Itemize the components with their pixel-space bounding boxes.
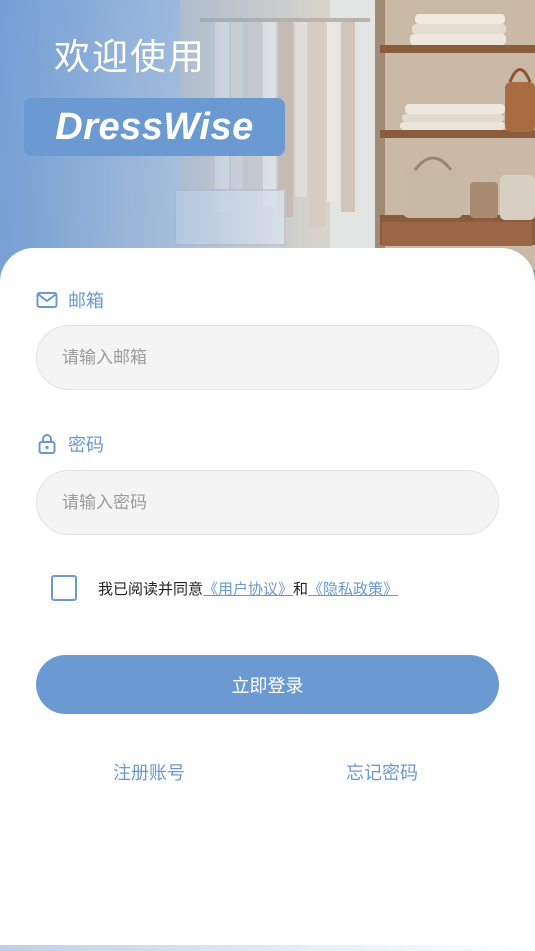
login-button[interactable]: 立即登录 — [36, 655, 499, 714]
user-agreement-link[interactable]: 《用户协议》 — [203, 578, 293, 599]
agreement-row: 我已阅读并同意 《用户协议》 和 《隐私政策》 — [51, 575, 398, 601]
privacy-policy-link[interactable]: 《隐私政策》 — [308, 578, 398, 599]
welcome-title: 欢迎使用 — [54, 37, 207, 78]
agreement-text: 我已阅读并同意 《用户协议》 和 《隐私政策》 — [98, 578, 398, 599]
email-label: 邮箱 — [36, 287, 104, 313]
bottom-gradient-bar — [0, 945, 535, 951]
email-input[interactable] — [36, 325, 499, 390]
lock-icon — [36, 433, 58, 455]
brand-logo-badge: DressWise — [24, 98, 285, 156]
register-link[interactable]: 注册账号 — [113, 759, 185, 785]
email-label-text: 邮箱 — [68, 291, 104, 312]
hero-banner: 欢迎使用 DressWise — [0, 0, 535, 290]
agreement-checkbox[interactable] — [51, 575, 77, 601]
mail-icon — [36, 291, 58, 309]
forgot-password-link[interactable]: 忘记密码 — [346, 759, 418, 785]
password-label: 密码 — [36, 431, 104, 457]
password-input[interactable] — [36, 470, 499, 535]
password-label-text: 密码 — [68, 435, 104, 456]
agreement-and: 和 — [293, 579, 309, 598]
brand-name: DressWise — [55, 105, 254, 148]
agreement-prefix: 我已阅读并同意 — [98, 579, 204, 598]
